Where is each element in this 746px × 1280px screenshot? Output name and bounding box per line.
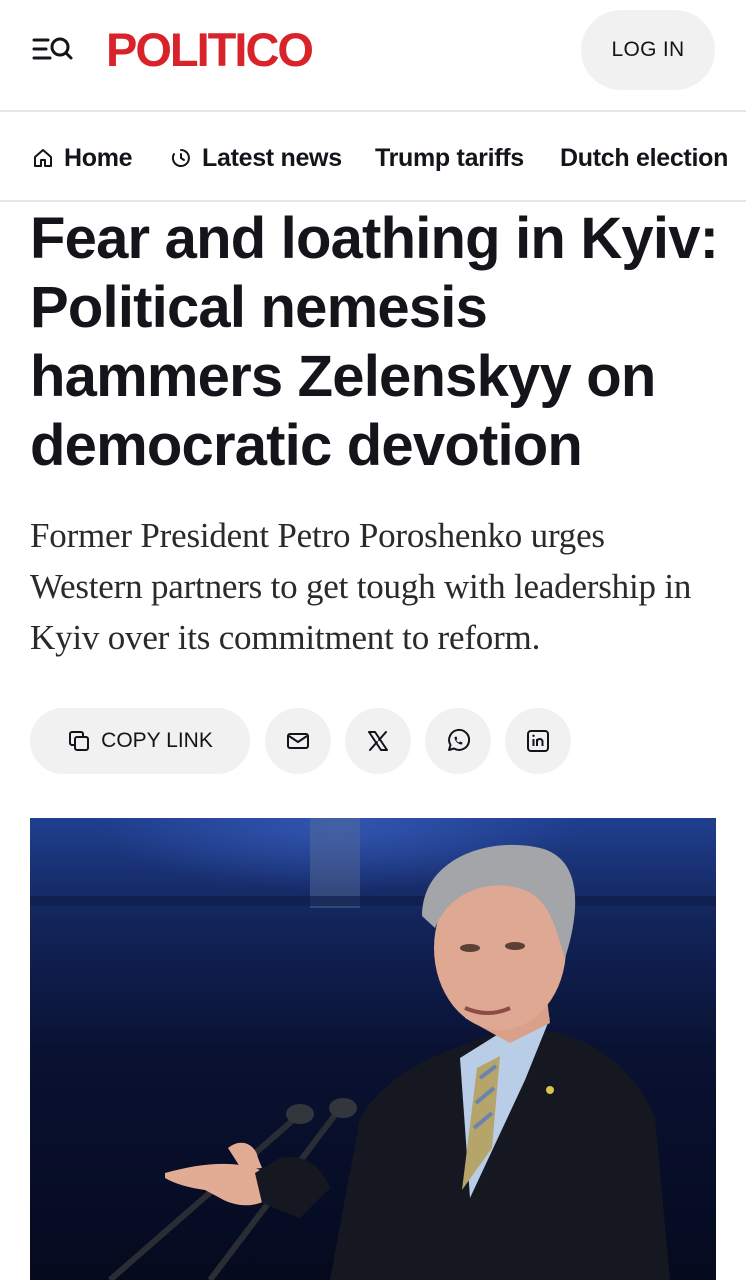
nav-item-label: Home (64, 143, 133, 172)
whatsapp-icon (448, 728, 471, 751)
nav-item-label: Dutch election (560, 143, 729, 172)
article-photo (30, 818, 716, 1280)
x-icon (368, 731, 388, 751)
copy-link-label: COPY LINK (101, 729, 213, 752)
home-icon (34, 149, 52, 167)
nav-item-trump-tariffs[interactable]: Trump tariffs (375, 114, 524, 200)
nav-item-dutch-election[interactable]: Dutch election (560, 114, 729, 200)
nav-item-label: Latest news (202, 143, 342, 172)
article-dek: Former President Petro Poroshenko urges … (30, 516, 692, 657)
linkedin-icon (527, 730, 549, 752)
share-linkedin-button[interactable] (505, 708, 571, 774)
site-header: POLITICO LOG IN (0, 0, 746, 112)
nav-item-label: Trump tariffs (375, 143, 524, 172)
share-x-button[interactable] (345, 708, 411, 774)
share-whatsapp-button[interactable] (425, 708, 491, 774)
copy-icon (69, 731, 90, 751)
section-nav: Home Latest news Trump tariffs Dutch ele… (0, 114, 746, 202)
politico-logo[interactable]: POLITICO (106, 26, 314, 74)
menu-search-icon[interactable] (32, 34, 74, 64)
login-button[interactable]: LOG IN (581, 10, 715, 90)
clock-icon (171, 149, 190, 167)
share-email-button[interactable] (265, 708, 331, 774)
article-headline: Fear and loathing in Kyiv: Political nem… (30, 206, 719, 478)
nav-item-latest-news[interactable]: Latest news (170, 114, 342, 200)
copy-link-button[interactable]: COPY LINK (30, 708, 250, 774)
nav-item-home[interactable]: Home (32, 114, 133, 200)
email-icon (287, 733, 309, 749)
